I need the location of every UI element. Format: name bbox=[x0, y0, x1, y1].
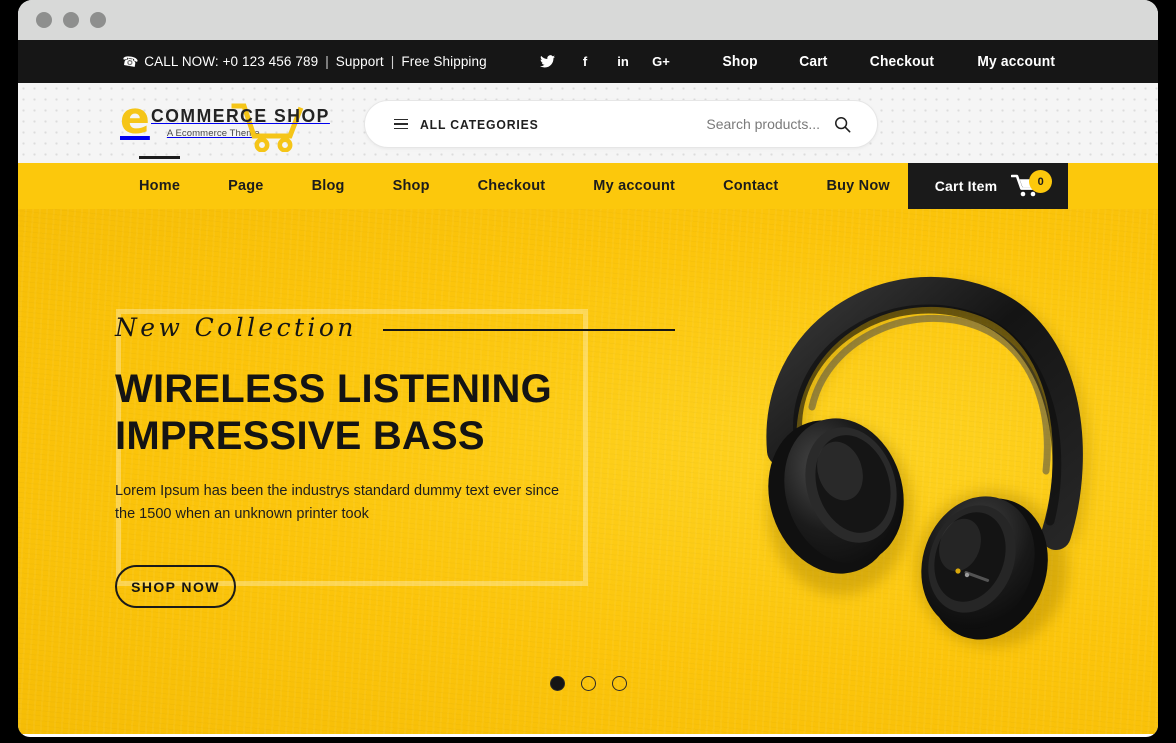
hero-title-line1: WIRELESS LISTENING bbox=[115, 367, 552, 411]
site-logo[interactable]: e COMMERCE SHOP A Ecommerce Theme bbox=[120, 94, 339, 152]
top-nav-links: Shop Cart Checkout My account bbox=[721, 53, 1059, 70]
screenshot-root: ☎ CALL NOW: +0 123 456 789 | Support | F… bbox=[0, 0, 1176, 743]
top-info-bar: ☎ CALL NOW: +0 123 456 789 | Support | F… bbox=[18, 40, 1158, 83]
topbar-separator-1: | bbox=[325, 54, 329, 69]
window-minimize-button[interactable] bbox=[63, 12, 79, 28]
main-navigation: Home Page Blog Shop Checkout My account … bbox=[18, 156, 1158, 209]
carousel-dot-2[interactable] bbox=[580, 676, 596, 691]
shop-now-button[interactable]: SHOP NOW bbox=[115, 565, 236, 608]
facebook-icon[interactable]: f bbox=[577, 54, 593, 70]
social-links: f in G+ bbox=[539, 54, 670, 70]
free-shipping-link[interactable]: Free Shipping bbox=[401, 54, 486, 69]
googleplus-icon[interactable]: G+ bbox=[652, 54, 670, 70]
phone-icon: ☎ bbox=[120, 52, 140, 70]
topnav-shop[interactable]: Shop bbox=[723, 53, 758, 70]
contact-info: ☎ CALL NOW: +0 123 456 789 | Support | F… bbox=[120, 52, 487, 70]
carousel-dot-3[interactable] bbox=[611, 676, 627, 691]
hero-description: Lorem Ipsum has been the industrys stand… bbox=[115, 483, 560, 522]
topbar-separator-2: | bbox=[390, 54, 395, 69]
search-icon[interactable] bbox=[834, 116, 851, 133]
carousel-dots bbox=[18, 676, 1158, 691]
logo-main-text: COMMERCE SHOP bbox=[150, 105, 330, 126]
all-categories-label[interactable]: ALL CATEGORIES bbox=[420, 117, 539, 132]
cart-item-label: Cart Item bbox=[934, 178, 998, 194]
carousel-dot-1[interactable] bbox=[549, 676, 565, 691]
nav-item-blog[interactable]: Blog bbox=[288, 178, 369, 194]
nav-item-home[interactable]: Home bbox=[115, 156, 204, 194]
topnav-my-account[interactable]: My account bbox=[978, 53, 1056, 70]
hero-title: WIRELESS LISTENING IMPRESSIVE BASS bbox=[115, 366, 675, 460]
nav-item-buy-now[interactable]: Buy Now bbox=[802, 178, 913, 194]
logo-initial: e bbox=[120, 93, 150, 144]
nav-item-page[interactable]: Page bbox=[204, 178, 287, 194]
hero-eyebrow: New Collection bbox=[115, 313, 357, 342]
hamburger-icon[interactable] bbox=[394, 118, 408, 130]
cart-count-badge: 0 bbox=[1029, 170, 1053, 193]
site-header: e COMMERCE SHOP A Ecommerce Theme ALL CA… bbox=[18, 83, 1158, 163]
window-close-button[interactable] bbox=[36, 12, 52, 28]
search-input[interactable] bbox=[640, 116, 820, 132]
support-link[interactable]: Support bbox=[336, 54, 384, 69]
hero-eyebrow-row: New Collection bbox=[115, 313, 675, 342]
nav-item-checkout[interactable]: Checkout bbox=[454, 178, 570, 194]
browser-titlebar bbox=[18, 0, 1158, 40]
headphones-image bbox=[766, 276, 1090, 647]
nav-item-shop[interactable]: Shop bbox=[369, 178, 454, 194]
hero-content: New Collection WIRELESS LISTENING IMPRES… bbox=[115, 313, 675, 608]
hero-slider: New Collection WIRELESS LISTENING IMPRES… bbox=[18, 209, 1158, 734]
browser-window: ☎ CALL NOW: +0 123 456 789 | Support | F… bbox=[18, 0, 1158, 737]
search-bar: ALL CATEGORIES bbox=[364, 100, 878, 148]
nav-item-contact[interactable]: Contact bbox=[699, 178, 802, 194]
window-maximize-button[interactable] bbox=[90, 12, 106, 28]
call-now-text: CALL NOW: +0 123 456 789 bbox=[144, 54, 319, 69]
nav-item-my-account[interactable]: My account bbox=[569, 178, 699, 194]
hero-title-line2: IMPRESSIVE BASS bbox=[115, 414, 485, 458]
cart-icon: 0 bbox=[1011, 170, 1053, 198]
topnav-checkout[interactable]: Checkout bbox=[869, 53, 933, 70]
main-nav-links: Home Page Blog Shop Checkout My account … bbox=[115, 156, 914, 194]
linkedin-icon[interactable]: in bbox=[615, 54, 631, 70]
topnav-cart[interactable]: Cart bbox=[799, 53, 827, 70]
hero-eyebrow-rule bbox=[382, 328, 675, 331]
twitter-icon[interactable] bbox=[539, 54, 555, 70]
cart-item-button[interactable]: Cart Item 0 bbox=[908, 163, 1068, 209]
